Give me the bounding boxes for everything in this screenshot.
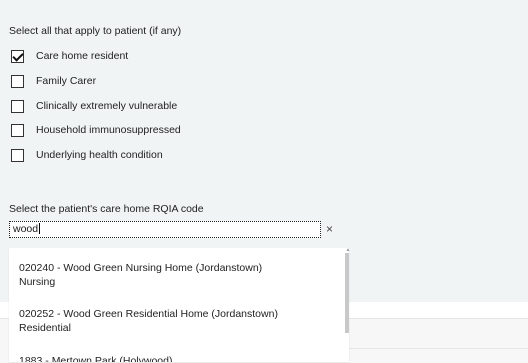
checkbox-unchecked-icon[interactable] [11, 148, 24, 162]
checkbox-label: Clinically extremely vulnerable [36, 100, 178, 112]
list-item[interactable]: 020240 - Wood Green Nursing Home (Jordan… [19, 261, 337, 289]
list-item[interactable]: 020252 - Wood Green Residential Home (Jo… [19, 307, 337, 335]
clear-icon[interactable]: × [326, 223, 333, 235]
checkbox-care-home-resident[interactable]: Care home resident [11, 48, 128, 64]
checkbox-underlying-health-condition[interactable]: Underlying health condition [11, 147, 163, 163]
checkbox-unchecked-icon[interactable] [11, 74, 24, 88]
option-subtitle: Residential [19, 322, 71, 334]
checkbox-label: Family Carer [36, 75, 97, 87]
checkbox-label: Underlying health condition [36, 149, 163, 161]
rqia-dropdown-list[interactable]: 020240 - Wood Green Nursing Home (Jordan… [9, 248, 349, 362]
checkbox-unchecked-icon[interactable] [11, 123, 24, 137]
scroll-up-arrow-icon[interactable]: ▲ [345, 248, 349, 253]
conditions-prompt: Select all that apply to patient (if any… [9, 25, 182, 37]
checkbox-household-immunosuppressed[interactable]: Household immunosuppressed [11, 122, 181, 138]
checkbox-label: Household immunosuppressed [36, 124, 181, 136]
rqia-search-input[interactable]: wood [9, 221, 321, 238]
list-item[interactable]: 1883 - Mertown Park (Holywood) [19, 354, 337, 362]
search-input-value: wood [13, 223, 39, 235]
option-title: 020252 - Wood Green Residential Home (Jo… [19, 308, 278, 320]
checkbox-family-carer[interactable]: Family Carer [11, 73, 96, 89]
option-title: 020240 - Wood Green Nursing Home (Jordan… [19, 262, 263, 274]
checkbox-unchecked-icon[interactable] [11, 99, 24, 113]
option-subtitle: Nursing [19, 276, 56, 288]
text-caret [39, 223, 41, 234]
rqia-prompt: Select the patient's care home RQIA code [9, 203, 204, 215]
checkbox-label: Care home resident [36, 50, 129, 62]
checkbox-clinically-extremely-vulnerable[interactable]: Clinically extremely vulnerable [11, 98, 177, 114]
divider [349, 348, 528, 349]
checkbox-checked-icon[interactable] [11, 49, 24, 63]
option-title: 1883 - Mertown Park (Holywood) [19, 355, 173, 362]
dropdown-scrollbar[interactable] [345, 253, 349, 333]
